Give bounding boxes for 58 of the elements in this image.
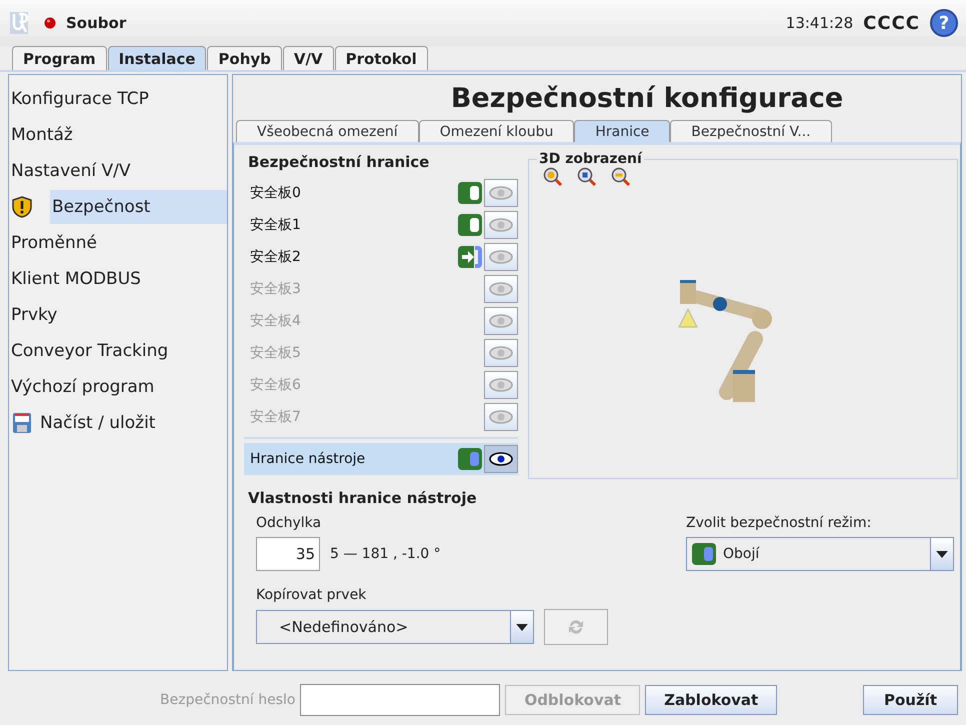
panel-legend: 3D zobrazení [537, 151, 644, 167]
section-heading: Bezpečnostní hranice [247, 152, 430, 173]
main-tab[interactable]: V/V [282, 46, 334, 70]
range-text: 5 — 181 , -1.0 ° [330, 546, 441, 562]
section-tab[interactable]: Všeobecná omezení [236, 120, 419, 142]
section-heading: Vlastnosti hranice nástroje [247, 488, 478, 509]
eye-icon [489, 186, 513, 200]
sidebar-item[interactable]: Conveyor Tracking [9, 334, 227, 368]
main-tab[interactable]: Pohyb [207, 46, 282, 70]
sidebar-item[interactable]: Prvky [9, 298, 227, 332]
boundary-name[interactable]: 安全板1 [250, 216, 456, 234]
main-tab[interactable]: Instalace [108, 46, 206, 70]
sidebar-item[interactable]: Proměnné [9, 226, 227, 260]
section-tab[interactable]: Hranice [574, 120, 670, 142]
page-title: Bezpečnostní konfigurace [450, 82, 844, 116]
main-tab[interactable]: Protokol [334, 46, 428, 70]
field-label: Kopírovat prvek [256, 586, 368, 605]
sidebar-item[interactable]: Montáž [9, 118, 227, 152]
main-tab[interactable]: Program [12, 46, 107, 70]
user-name: CCCC [863, 12, 920, 34]
zoom-fit-icon[interactable] [577, 167, 597, 187]
eye-icon [489, 314, 513, 328]
deviation-field[interactable]: 35 [256, 537, 320, 571]
field-label: Odchylka [256, 514, 322, 533]
visibility-button[interactable] [484, 445, 518, 473]
eye-icon [489, 452, 513, 466]
sidebar-item[interactable]: Klient MODBUS [9, 262, 227, 296]
eye-icon [489, 346, 513, 360]
sidebar-item[interactable]: Bezpečnost [50, 190, 227, 224]
section-tab[interactable]: Omezení kloubu [418, 120, 574, 142]
eye-icon [489, 218, 513, 232]
eye-icon [489, 250, 513, 264]
boundary-name[interactable]: 安全板0 [250, 184, 456, 202]
dropdown-arrow-icon [936, 550, 948, 558]
lock-button[interactable]: Zablokovat [645, 685, 778, 715]
copy-feature-dropdown[interactable]: <Nedefinováno> [256, 610, 534, 644]
zoom-out-icon[interactable] [611, 167, 631, 187]
zoom-in-icon[interactable] [543, 167, 563, 187]
eye-icon [489, 378, 513, 392]
section-tab[interactable]: Bezpečnostní V... [670, 120, 832, 142]
boundary-name[interactable]: 安全板2 [250, 248, 456, 266]
password-field[interactable] [300, 684, 500, 716]
apply-button[interactable]: Použít [862, 685, 958, 715]
sidebar-item[interactable]: Nastavení V/V [9, 154, 227, 188]
status-icon [44, 17, 56, 29]
clock-text: 13:41:28 [786, 14, 854, 32]
dropdown-arrow-icon [516, 624, 528, 630]
help-button[interactable]: ? [930, 9, 958, 37]
sidebar-item[interactable]: Konfigurace TCP [9, 82, 227, 116]
safety-mode-dropdown[interactable]: Obojí [686, 537, 954, 571]
eye-icon [489, 282, 513, 296]
field-label: Zvolit bezpečnostní režim: [686, 514, 872, 533]
sidebar-item[interactable]: Načíst / uložit [38, 406, 227, 440]
logo-icon [10, 12, 28, 34]
password-label: Bezpečnostní heslo [160, 692, 296, 708]
sidebar-item[interactable]: Výchozí program [9, 370, 227, 404]
eye-icon [489, 410, 513, 424]
file-menu[interactable]: Soubor [66, 14, 126, 32]
